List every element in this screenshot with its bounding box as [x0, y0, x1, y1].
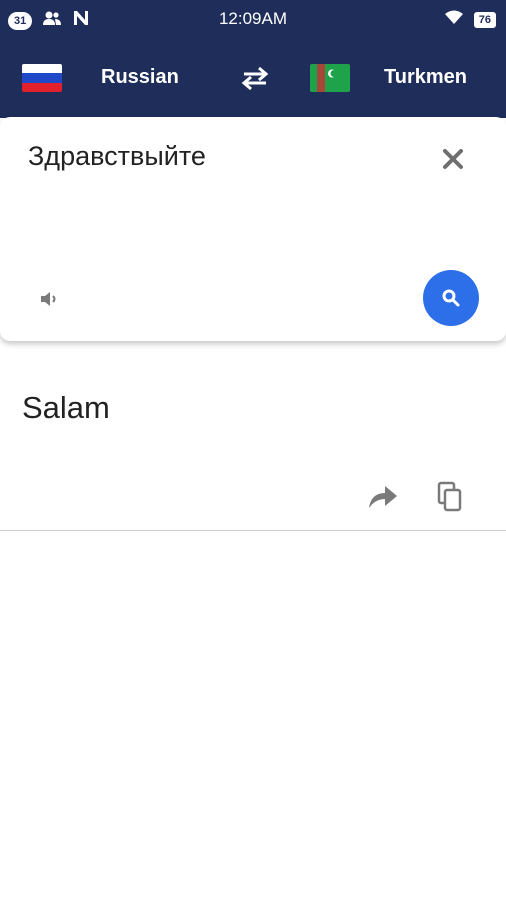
source-text-input[interactable]: Здравствыйте [28, 141, 206, 172]
speak-source-button[interactable] [38, 287, 62, 311]
input-card: Здравствыйте [0, 117, 506, 341]
share-icon [365, 486, 401, 516]
wifi-icon [444, 9, 464, 30]
result-divider [0, 530, 506, 531]
russia-flag-icon[interactable] [22, 64, 62, 92]
copy-button[interactable] [436, 480, 464, 514]
copy-icon [436, 481, 464, 518]
translate-search-button[interactable] [423, 270, 479, 326]
turkmenistan-flag-icon[interactable] [310, 64, 350, 92]
close-icon [439, 149, 467, 177]
language-toolbar: Russian Turkmen [0, 38, 506, 118]
target-language-button[interactable]: Turkmen [384, 66, 467, 89]
swap-languages-button[interactable] [238, 62, 272, 94]
source-language-button[interactable]: Russian [101, 66, 179, 89]
battery-icon: 76 [473, 11, 496, 28]
speaker-icon [38, 292, 62, 315]
swap-arrows-icon [238, 66, 272, 98]
share-button[interactable] [365, 480, 401, 512]
status-right: 76 [444, 9, 496, 30]
clear-button[interactable] [439, 145, 467, 173]
status-time: 12:09AM [218, 9, 288, 28]
status-bar: 31 12:09AM 76 [0, 0, 506, 38]
translation-result: Salam [22, 390, 110, 425]
